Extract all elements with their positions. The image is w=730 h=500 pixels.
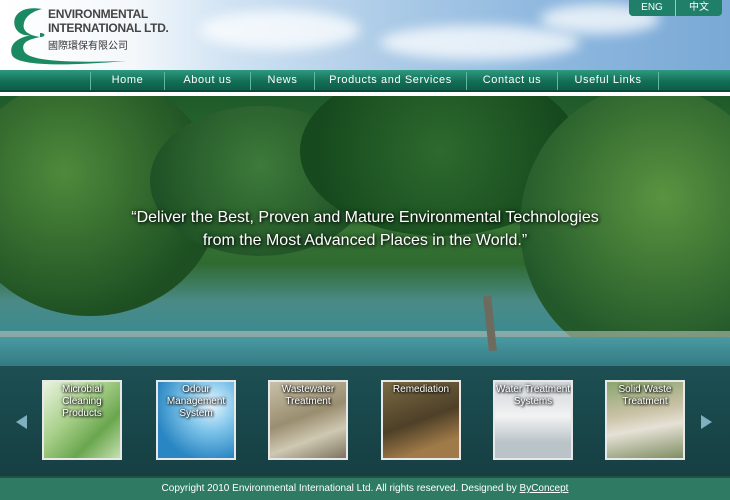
logo-text-line2: INTERNATIONAL LTD. bbox=[48, 21, 169, 35]
product-thumb-microbial[interactable]: Microbial Cleaning Products bbox=[42, 380, 122, 460]
carousel-prev-arrow-icon[interactable] bbox=[16, 415, 27, 429]
lang-eng-link[interactable]: ENG bbox=[629, 0, 675, 16]
nav-item-contact-us[interactable]: Contact us bbox=[467, 70, 557, 92]
hero-quote-line1: “Deliver the Best, Proven and Mature Env… bbox=[131, 209, 599, 226]
product-label: Odour Management System bbox=[166, 384, 226, 419]
product-thumb-water-treatment[interactable]: Water Treatment Systems bbox=[493, 380, 573, 460]
main-nav: Home About us News Products and Services… bbox=[0, 70, 730, 92]
river-water bbox=[0, 337, 730, 366]
nav-item-products-services[interactable]: Products and Services bbox=[315, 70, 466, 92]
nav-item-home[interactable]: Home bbox=[91, 70, 164, 92]
footer: Copyright 2010 Environmental Internation… bbox=[0, 476, 730, 500]
hero-banner: “Deliver the Best, Proven and Mature Env… bbox=[0, 96, 730, 366]
company-logo[interactable]: ENVIRONMENTAL INTERNATIONAL LTD. 國際環保有限公… bbox=[6, 3, 169, 67]
nav-item-useful-links[interactable]: Useful Links bbox=[558, 70, 658, 92]
nav-divider bbox=[658, 72, 659, 90]
hero-quote-line2: from the Most Advanced Places in the Wor… bbox=[202, 232, 528, 249]
nav-item-news[interactable]: News bbox=[251, 70, 314, 92]
language-switcher: ENG 中文 bbox=[629, 0, 722, 16]
product-thumb-remediation[interactable]: Remediation bbox=[381, 380, 461, 460]
nav-item-about-us[interactable]: About us bbox=[165, 70, 250, 92]
product-carousel: Microbial Cleaning Products Odour Managemen… bbox=[0, 366, 730, 476]
product-label: Solid Waste Treatment bbox=[618, 384, 672, 407]
product-thumb-solid-waste[interactable]: Solid Waste Treatment bbox=[605, 380, 685, 460]
cloud-decoration bbox=[200, 10, 360, 50]
cloud-decoration bbox=[380, 25, 580, 60]
lang-chinese-link[interactable]: 中文 bbox=[676, 0, 722, 16]
product-label: Water Treatment Systems bbox=[495, 384, 571, 407]
hero-quote: “Deliver the Best, Proven and Mature Env… bbox=[0, 206, 730, 252]
logo-text-chinese: 國際環保有限公司 bbox=[48, 41, 128, 52]
carousel-next-arrow-icon[interactable] bbox=[701, 415, 712, 429]
product-label: Wastewater Treatment bbox=[281, 384, 335, 407]
product-label: Microbial Cleaning Products bbox=[61, 384, 102, 419]
header: ENVIRONMENTAL INTERNATIONAL LTD. 國際環保有限公… bbox=[0, 0, 730, 70]
product-thumb-wastewater[interactable]: Wastewater Treatment bbox=[268, 380, 348, 460]
copyright-text: Copyright 2010 Environmental Internation… bbox=[161, 483, 517, 494]
product-thumb-odour[interactable]: Odour Management System bbox=[156, 380, 236, 460]
logo-text-line1: ENVIRONMENTAL bbox=[48, 7, 148, 21]
designer-link[interactable]: ByConcept bbox=[520, 483, 569, 494]
product-label: Remediation bbox=[392, 384, 450, 395]
